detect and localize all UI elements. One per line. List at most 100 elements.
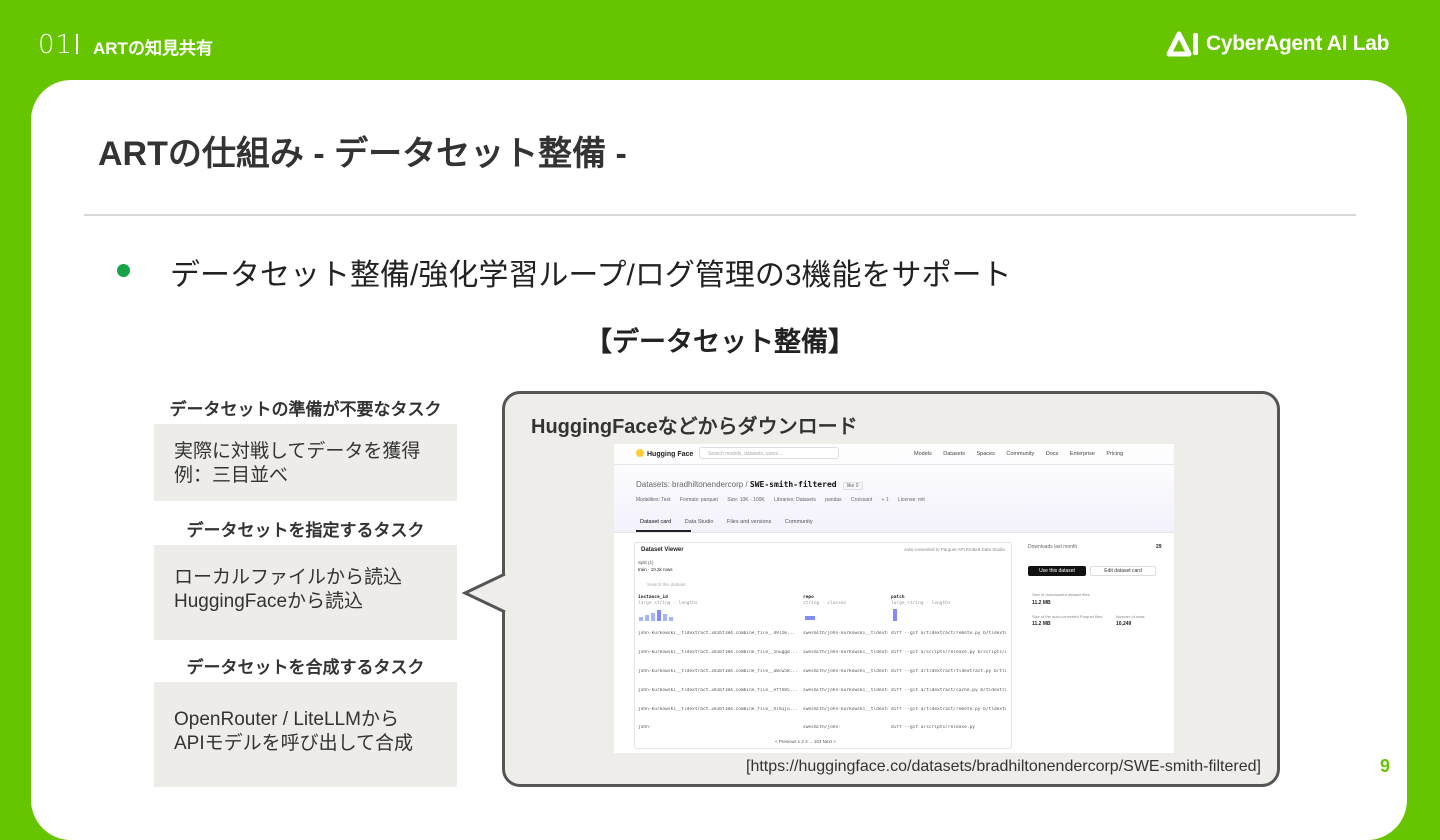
table-cell[interactable]: swesmith/john-kurkowski__tldextract.3d1b… — [803, 631, 888, 636]
table-cell[interactable]: john-kurkowski__tldextract.3d1bf184.comb… — [638, 669, 798, 674]
column-header[interactable]: repo — [803, 595, 814, 600]
section-number: 01 — [38, 30, 74, 60]
table-cell[interactable]: diff --git a/tldextract/tldextract.py b/… — [891, 669, 1006, 674]
source-citation: [https://huggingface.co/datasets/bradhil… — [746, 758, 1261, 775]
split-label: Split (1) — [638, 560, 654, 565]
downloads-value: 29 — [1156, 544, 1162, 550]
histogram-icon — [893, 609, 897, 621]
task-box: OpenRouter / LiteLLMから APIモデルを呼び出して合成 — [154, 682, 457, 787]
viewer-title: Dataset Viewer — [641, 547, 684, 553]
hf-smile-icon — [636, 449, 644, 457]
use-dataset-button[interactable]: Use this dataset — [1028, 566, 1086, 576]
task-line: 例：三目並べ — [174, 465, 289, 486]
hf-tag[interactable]: Croissant — [851, 497, 872, 503]
tab-community[interactable]: Community — [785, 519, 813, 525]
table-cell[interactable]: swesmith/john-kurkowski__tldextract.3d1b… — [803, 707, 888, 712]
table-cell[interactable]: swesmith/john-kurkowski__tldextract.3d1b… — [803, 669, 888, 674]
hf-tag[interactable]: Libraries: Datasets — [774, 497, 816, 503]
hf-breadcrumb: Datasets: bradhiltonendercorp / SWE-smit… — [636, 480, 863, 490]
hf-nav: Models Datasets Spaces Community Docs En… — [914, 451, 1133, 457]
ai-logo-icon — [1166, 31, 1198, 57]
hf-nav-item[interactable]: Community — [1006, 451, 1034, 457]
hf-tag[interactable]: pandas — [825, 497, 841, 503]
subheading: 【データセット整備】 — [585, 327, 855, 357]
bullet-text: データセット整備/強化学習ループ/ログ管理の3機能をサポート — [170, 259, 1012, 292]
page-number: 9 — [1380, 756, 1391, 776]
table-cell[interactable]: diff --git a/tldextract/remote.py b/tlde… — [891, 707, 1006, 712]
rows-label: Number of rows: — [1116, 614, 1146, 619]
column-type: large_string · lengths — [638, 601, 698, 606]
hf-like-button[interactable]: like 0 — [842, 482, 863, 490]
table-cell[interactable]: john-kurkowski__tldextract.3d1bf184.comb… — [638, 650, 798, 655]
table-cell[interactable]: john-kurkowski__tldextract.3d1bf184.comb… — [638, 631, 798, 636]
size-value: 11.2 MB — [1032, 600, 1051, 606]
dataset-viewer: Dataset Viewer Auto-converted to Parquet… — [634, 542, 1012, 749]
huggingface-screenshot: Hugging Face Search models, datasets, us… — [614, 444, 1174, 753]
hf-tags: Modalities: Text Formats: parquet Size: … — [636, 497, 933, 503]
hf-tag[interactable]: Size: 10K - 100K — [727, 497, 765, 503]
hf-nav-item[interactable]: Models — [914, 451, 932, 457]
column-type: large_string · lengths — [891, 601, 951, 606]
callout-tail-icon — [462, 573, 506, 614]
tab-data-studio[interactable]: Data Studio — [685, 519, 714, 525]
column-header[interactable]: patch — [891, 595, 905, 600]
split-select[interactable]: train · 10.2k rows — [638, 567, 673, 572]
table-cell[interactable]: swesmith/john- — [803, 725, 888, 730]
table-cell[interactable]: diff --git a/scripts/release.py — [891, 725, 1006, 730]
histogram-icon — [639, 610, 673, 621]
section-title: ARTの知見共有 — [93, 39, 213, 58]
task-box: 実際に対戦してデータを獲得 例：三目並べ — [154, 424, 457, 501]
header-divider — [76, 34, 78, 54]
task-line: APIモデルを呼び出して合成 — [174, 733, 414, 754]
hf-nav-item[interactable]: Enterprise — [1070, 451, 1095, 457]
hf-logo[interactable]: Hugging Face — [636, 449, 693, 458]
rows-value: 10,249 — [1116, 621, 1132, 627]
table-cell[interactable]: john- — [638, 725, 798, 730]
hf-tag[interactable]: + 1 — [882, 497, 889, 503]
brand-logo: CyberAgent AI Lab — [1166, 30, 1389, 58]
group-label: データセットを指定するタスク — [186, 521, 425, 540]
hf-owner-link[interactable]: bradhiltonendercorp — [672, 480, 743, 489]
viewer-actions[interactable]: Auto-converted to Parquet API Embed Data… — [904, 547, 1005, 552]
hf-dataset-name: SWE-smith-filtered — [749, 480, 837, 489]
table-cell[interactable]: diff --git a/tldextract/remote.py b/tlde… — [891, 631, 1006, 636]
task-line: OpenRouter / LiteLLMから — [174, 709, 399, 730]
task-box: ローカルファイルから読込 HuggingFaceから読込 — [154, 545, 457, 640]
parquet-value: 11.2 MB — [1032, 621, 1051, 627]
hf-nav-item[interactable]: Datasets — [943, 451, 965, 457]
brand-name: CyberAgent AI Lab — [1206, 32, 1390, 55]
tab-files[interactable]: Files and versions — [727, 519, 771, 525]
downloads-label: Downloads last month — [1028, 544, 1078, 550]
tab-dataset-card[interactable]: Dataset card — [640, 519, 671, 525]
hf-tag[interactable]: License: mit — [898, 497, 925, 503]
hf-divider — [614, 532, 1174, 533]
column-type: string · classes — [803, 601, 847, 606]
bullet-icon — [117, 264, 130, 277]
hf-tag[interactable]: Modalities: Text — [636, 497, 670, 503]
dataset-search[interactable]: Search this dataset — [647, 582, 686, 587]
title-divider — [84, 214, 1356, 216]
hf-tag[interactable]: Formats: parquet — [680, 497, 718, 503]
hf-search-input[interactable]: Search models, datasets, users... — [699, 447, 839, 459]
hf-divider — [614, 464, 1174, 465]
table-cell[interactable]: swesmith/john-kurkowski__tldextract.3d1b… — [803, 688, 888, 693]
column-header[interactable]: instance_id — [638, 595, 668, 600]
hf-nav-item[interactable]: Pricing — [1106, 451, 1123, 457]
histogram-icon — [805, 616, 815, 620]
table-cell[interactable]: john-kurkowski__tldextract.3d1bf184.comb… — [638, 688, 798, 693]
edit-card-button[interactable]: Edit dataset card — [1090, 566, 1156, 576]
hf-nav-item[interactable]: Spaces — [977, 451, 995, 457]
table-cell[interactable]: john-kurkowski__tldextract.3d1bf184.comb… — [638, 707, 798, 712]
task-line: HuggingFaceから読込 — [174, 591, 364, 612]
group-label: データセットを合成するタスク — [186, 658, 425, 677]
hf-tabs: Dataset card Data Studio Files and versi… — [640, 519, 825, 525]
size-label: Size of downloaded dataset files: — [1032, 592, 1091, 597]
hf-nav-item[interactable]: Docs — [1046, 451, 1059, 457]
table-cell[interactable]: swesmith/john-kurkowski__tldextract.3d1b… — [803, 650, 888, 655]
task-line: 実際に対戦してデータを獲得 — [174, 441, 421, 462]
pagination[interactable]: < Previous 1 2 3 ... 103 Next > — [775, 739, 836, 744]
table-cell[interactable]: diff --git a/scripts/release.py b/script… — [891, 650, 1006, 655]
slide-title: ARTの仕組み - データセット整備 - — [98, 135, 627, 173]
table-cell[interactable]: diff --git a/tldextract/cache.py b/tldex… — [891, 688, 1006, 693]
parquet-label: Size of the auto-converted Parquet files… — [1032, 614, 1104, 619]
